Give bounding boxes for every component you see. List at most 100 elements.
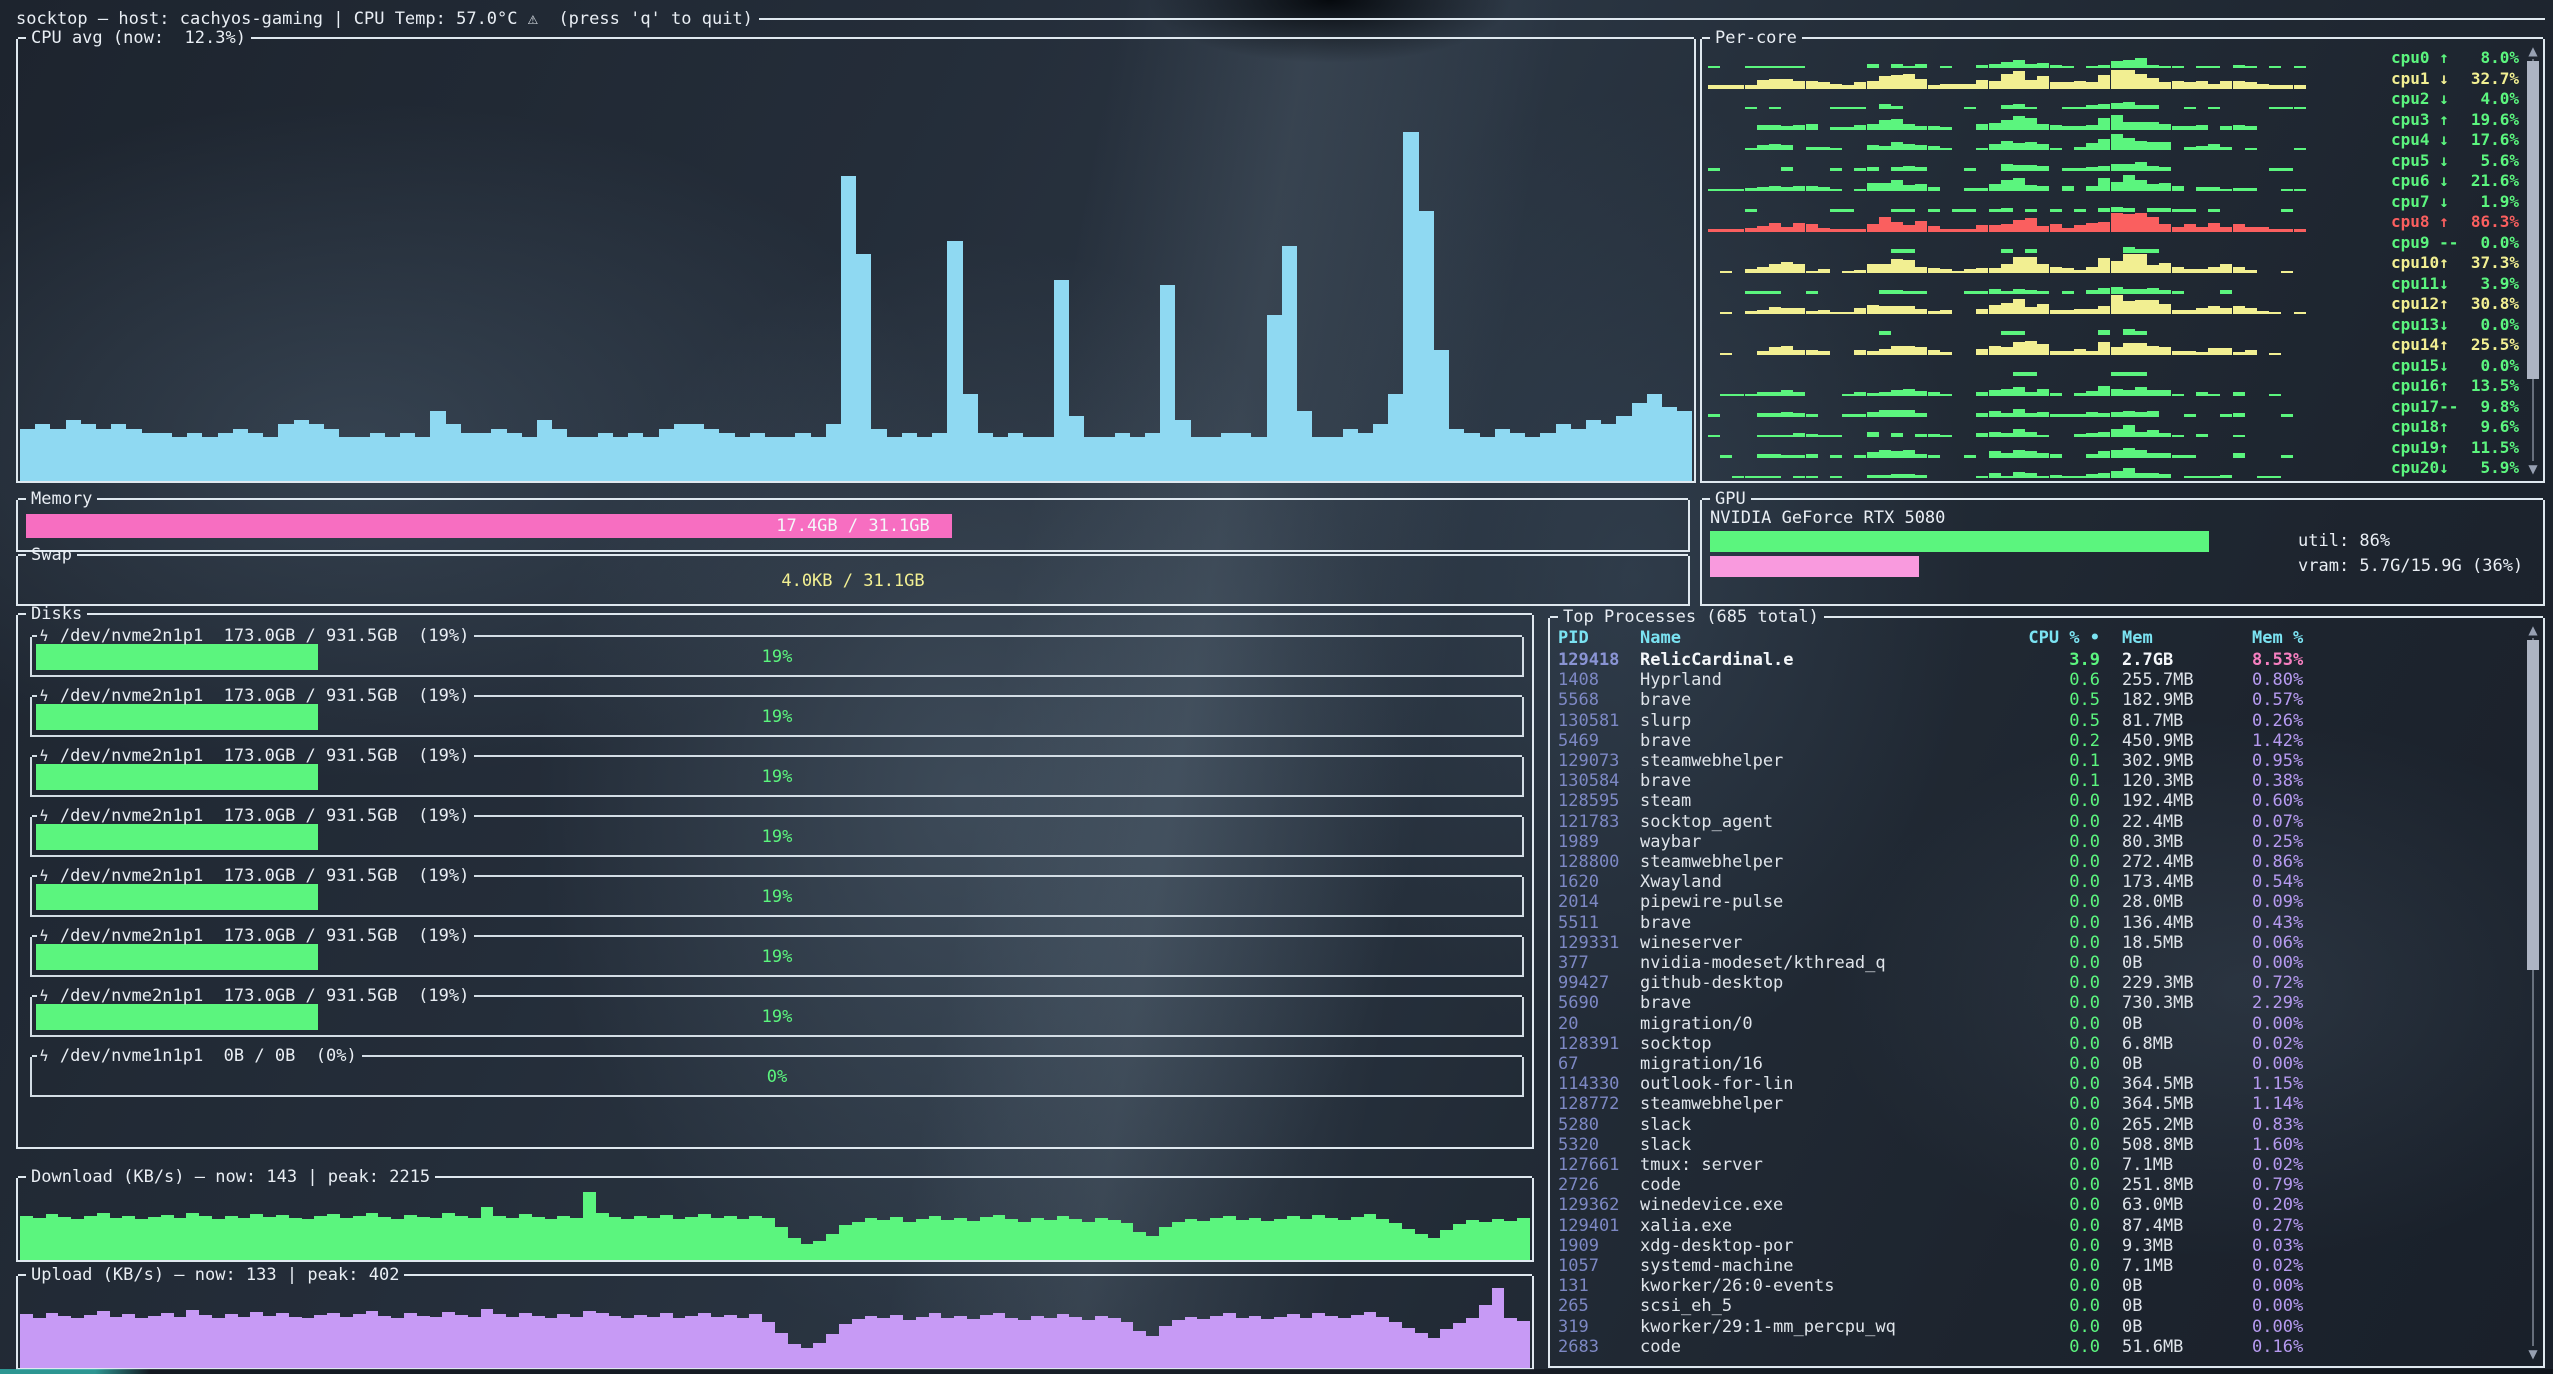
process-table-header: PID Name CPU % • Mem Mem % bbox=[1550, 628, 2519, 648]
core-row-cpu15[interactable]: cpu15↓0.0% bbox=[1708, 356, 2521, 376]
process-mem: 28.0MB bbox=[2122, 892, 2248, 912]
process-cpu: 3.9 bbox=[1930, 650, 2100, 670]
disk-usage-gauge: 19% bbox=[36, 644, 1518, 670]
scroll-down-icon[interactable]: ▼ bbox=[2525, 463, 2541, 475]
process-row[interactable]: 129418RelicCardinal.e3.92.7GB8.53% bbox=[1550, 650, 2519, 670]
scroll-thumb[interactable] bbox=[2527, 640, 2539, 970]
core-row-cpu1[interactable]: cpu1 ↓32.7% bbox=[1708, 69, 2521, 89]
process-row[interactable]: 1909xdg-desktop-por0.09.3MB0.03% bbox=[1550, 1236, 2519, 1256]
cpu14-sparkline bbox=[1708, 335, 2304, 355]
process-row[interactable]: 1408Hyprland0.6255.7MB0.80% bbox=[1550, 670, 2519, 690]
process-mem: 182.9MB bbox=[2122, 690, 2248, 710]
core-row-cpu6[interactable]: cpu6 ↓21.6% bbox=[1708, 171, 2521, 191]
percore-scrollbar[interactable]: ▲ ▼ bbox=[2525, 45, 2541, 475]
process-row[interactable]: 67migration/160.00B0.00% bbox=[1550, 1054, 2519, 1074]
process-row[interactable]: 130581slurp0.581.7MB0.26% bbox=[1550, 711, 2519, 731]
core-row-cpu20[interactable]: cpu20↓5.9% bbox=[1708, 458, 2521, 478]
process-row[interactable]: 129362winedevice.exe0.063.0MB0.20% bbox=[1550, 1195, 2519, 1215]
process-row[interactable]: 5320slack0.0508.8MB1.60% bbox=[1550, 1135, 2519, 1155]
process-row[interactable]: 265scsi_eh_50.00B0.00% bbox=[1550, 1296, 2519, 1316]
process-row[interactable]: 121783socktop_agent0.022.4MB0.07% bbox=[1550, 812, 2519, 832]
process-mem-pct: 8.53% bbox=[2252, 650, 2372, 670]
disks-panel: Disks ϟ/dev/nvme2n1p1 173.0GB / 931.5GB … bbox=[16, 615, 1534, 1149]
process-mem: 0B bbox=[2122, 1054, 2248, 1074]
process-row[interactable]: 128391socktop0.06.8MB0.02% bbox=[1550, 1034, 2519, 1054]
core-row-cpu11[interactable]: cpu11↓3.9% bbox=[1708, 274, 2521, 294]
scroll-up-icon[interactable]: ▲ bbox=[2525, 624, 2541, 636]
process-row[interactable]: 2726code0.0251.8MB0.79% bbox=[1550, 1175, 2519, 1195]
core-row-cpu19[interactable]: cpu19↑11.5% bbox=[1708, 438, 2521, 458]
col-mem-pct[interactable]: Mem % bbox=[2252, 628, 2372, 648]
disk-row: ϟ/dev/nvme2n1p1 173.0GB / 931.5GB (19%)1… bbox=[30, 997, 1524, 1037]
core-row-cpu13[interactable]: cpu13↓0.0% bbox=[1708, 315, 2521, 335]
process-mem-pct: 0.54% bbox=[2252, 872, 2372, 892]
process-row[interactable]: 5690brave0.0730.3MB2.29% bbox=[1550, 993, 2519, 1013]
process-row[interactable]: 1989waybar0.080.3MB0.25% bbox=[1550, 832, 2519, 852]
core-row-cpu17[interactable]: cpu17--9.8% bbox=[1708, 397, 2521, 417]
process-row[interactable]: 130584brave0.1120.3MB0.38% bbox=[1550, 771, 2519, 791]
core-row-cpu4[interactable]: cpu4 ↓17.6% bbox=[1708, 130, 2521, 150]
col-cpu-sort[interactable]: CPU % • bbox=[1930, 628, 2100, 648]
scroll-thumb[interactable] bbox=[2527, 61, 2539, 379]
process-name: scsi_eh_5 bbox=[1640, 1296, 1926, 1316]
swap-gauge-label: 4.0KB / 31.1GB bbox=[26, 569, 1680, 593]
col-mem[interactable]: Mem bbox=[2122, 628, 2248, 648]
process-pid: 128595 bbox=[1558, 791, 1638, 811]
process-row[interactable]: 377nvidia-modeset/kthread_q0.00B0.00% bbox=[1550, 953, 2519, 973]
core-row-cpu16[interactable]: cpu16↑13.5% bbox=[1708, 376, 2521, 396]
process-row[interactable]: 1057systemd-machine0.07.1MB0.02% bbox=[1550, 1256, 2519, 1276]
process-mem: 80.3MB bbox=[2122, 832, 2248, 852]
core-row-cpu14[interactable]: cpu14↑25.5% bbox=[1708, 335, 2521, 355]
process-row[interactable]: 127661tmux: server0.07.1MB0.02% bbox=[1550, 1155, 2519, 1175]
process-row[interactable]: 319kworker/29:1-mm_percpu_wq0.00B0.00% bbox=[1550, 1317, 2519, 1337]
process-row[interactable]: 99427github-desktop0.0229.3MB0.72% bbox=[1550, 973, 2519, 993]
core-row-cpu0[interactable]: cpu0 ↑8.0% bbox=[1708, 48, 2521, 68]
core-row-cpu9[interactable]: cpu9 --0.0% bbox=[1708, 233, 2521, 253]
process-row[interactable]: 129331wineserver0.018.5MB0.06% bbox=[1550, 933, 2519, 953]
process-row[interactable]: 1620Xwayland0.0173.4MB0.54% bbox=[1550, 872, 2519, 892]
scroll-up-icon[interactable]: ▲ bbox=[2525, 45, 2541, 57]
process-row[interactable]: 5511brave0.0136.4MB0.43% bbox=[1550, 913, 2519, 933]
core-row-cpu7[interactable]: cpu7 ↓1.9% bbox=[1708, 192, 2521, 212]
process-row[interactable]: 114330outlook-for-lin0.0364.5MB1.15% bbox=[1550, 1074, 2519, 1094]
disk-row: ϟ/dev/nvme2n1p1 173.0GB / 931.5GB (19%)1… bbox=[30, 817, 1524, 857]
process-row[interactable]: 128595steam0.0192.4MB0.60% bbox=[1550, 791, 2519, 811]
core-row-cpu5[interactable]: cpu5 ↓5.6% bbox=[1708, 151, 2521, 171]
process-cpu: 0.0 bbox=[1930, 1094, 2100, 1114]
process-row[interactable]: 129073steamwebhelper0.1302.9MB0.95% bbox=[1550, 751, 2519, 771]
process-mem-pct: 1.15% bbox=[2252, 1074, 2372, 1094]
process-row[interactable]: 2014pipewire-pulse0.028.0MB0.09% bbox=[1550, 892, 2519, 912]
process-pid: 130584 bbox=[1558, 771, 1638, 791]
process-row[interactable]: 5568brave0.5182.9MB0.57% bbox=[1550, 690, 2519, 710]
process-mem-pct: 0.95% bbox=[2252, 751, 2372, 771]
process-row[interactable]: 20migration/00.00B0.00% bbox=[1550, 1014, 2519, 1034]
scroll-down-icon[interactable]: ▼ bbox=[2525, 1348, 2541, 1360]
core-row-cpu10[interactable]: cpu10↑37.3% bbox=[1708, 253, 2521, 273]
process-mem-pct: 0.16% bbox=[2252, 1337, 2372, 1357]
process-row[interactable]: 5469brave0.2450.9MB1.42% bbox=[1550, 731, 2519, 751]
process-row[interactable]: 128772steamwebhelper0.0364.5MB1.14% bbox=[1550, 1094, 2519, 1114]
cpu2-sparkline bbox=[1708, 89, 2304, 109]
process-row[interactable]: 129401xalia.exe0.087.4MB0.27% bbox=[1550, 1216, 2519, 1236]
core-row-cpu2[interactable]: cpu2 ↓4.0% bbox=[1708, 89, 2521, 109]
process-row[interactable]: 2683code0.051.6MB0.16% bbox=[1550, 1337, 2519, 1357]
process-row[interactable]: 5280slack0.0265.2MB0.83% bbox=[1550, 1115, 2519, 1135]
cpu9-load-label: cpu9 --0.0% bbox=[2391, 233, 2519, 253]
processes-scrollbar[interactable]: ▲ ▼ bbox=[2525, 624, 2541, 1360]
process-mem-pct: 0.27% bbox=[2252, 1216, 2372, 1236]
socktop-app: { "titlebar": { "text": "socktop — host:… bbox=[0, 0, 2553, 1374]
disk-row: ϟ/dev/nvme2n1p1 173.0GB / 931.5GB (19%)1… bbox=[30, 877, 1524, 917]
core-row-cpu12[interactable]: cpu12↑30.8% bbox=[1708, 294, 2521, 314]
processes-panel: Top Processes (685 total) PID Name CPU %… bbox=[1548, 618, 2545, 1368]
process-row[interactable]: 128800steamwebhelper0.0272.4MB0.86% bbox=[1550, 852, 2519, 872]
core-row-cpu18[interactable]: cpu18↑9.6% bbox=[1708, 417, 2521, 437]
process-name: brave bbox=[1640, 771, 1926, 791]
process-cpu: 0.0 bbox=[1930, 973, 2100, 993]
core-row-cpu8[interactable]: cpu8 ↑86.3% bbox=[1708, 212, 2521, 232]
process-row[interactable]: 131kworker/26:0-events0.00B0.00% bbox=[1550, 1276, 2519, 1296]
process-name: brave bbox=[1640, 690, 1926, 710]
upload-panel: Upload (KB/s) — now: 133 | peak: 402 bbox=[16, 1276, 1534, 1370]
memory-title: Memory bbox=[26, 491, 97, 508]
core-row-cpu3[interactable]: cpu3 ↑19.6% bbox=[1708, 110, 2521, 130]
disk-row: ϟ/dev/nvme2n1p1 173.0GB / 931.5GB (19%)1… bbox=[30, 757, 1524, 797]
